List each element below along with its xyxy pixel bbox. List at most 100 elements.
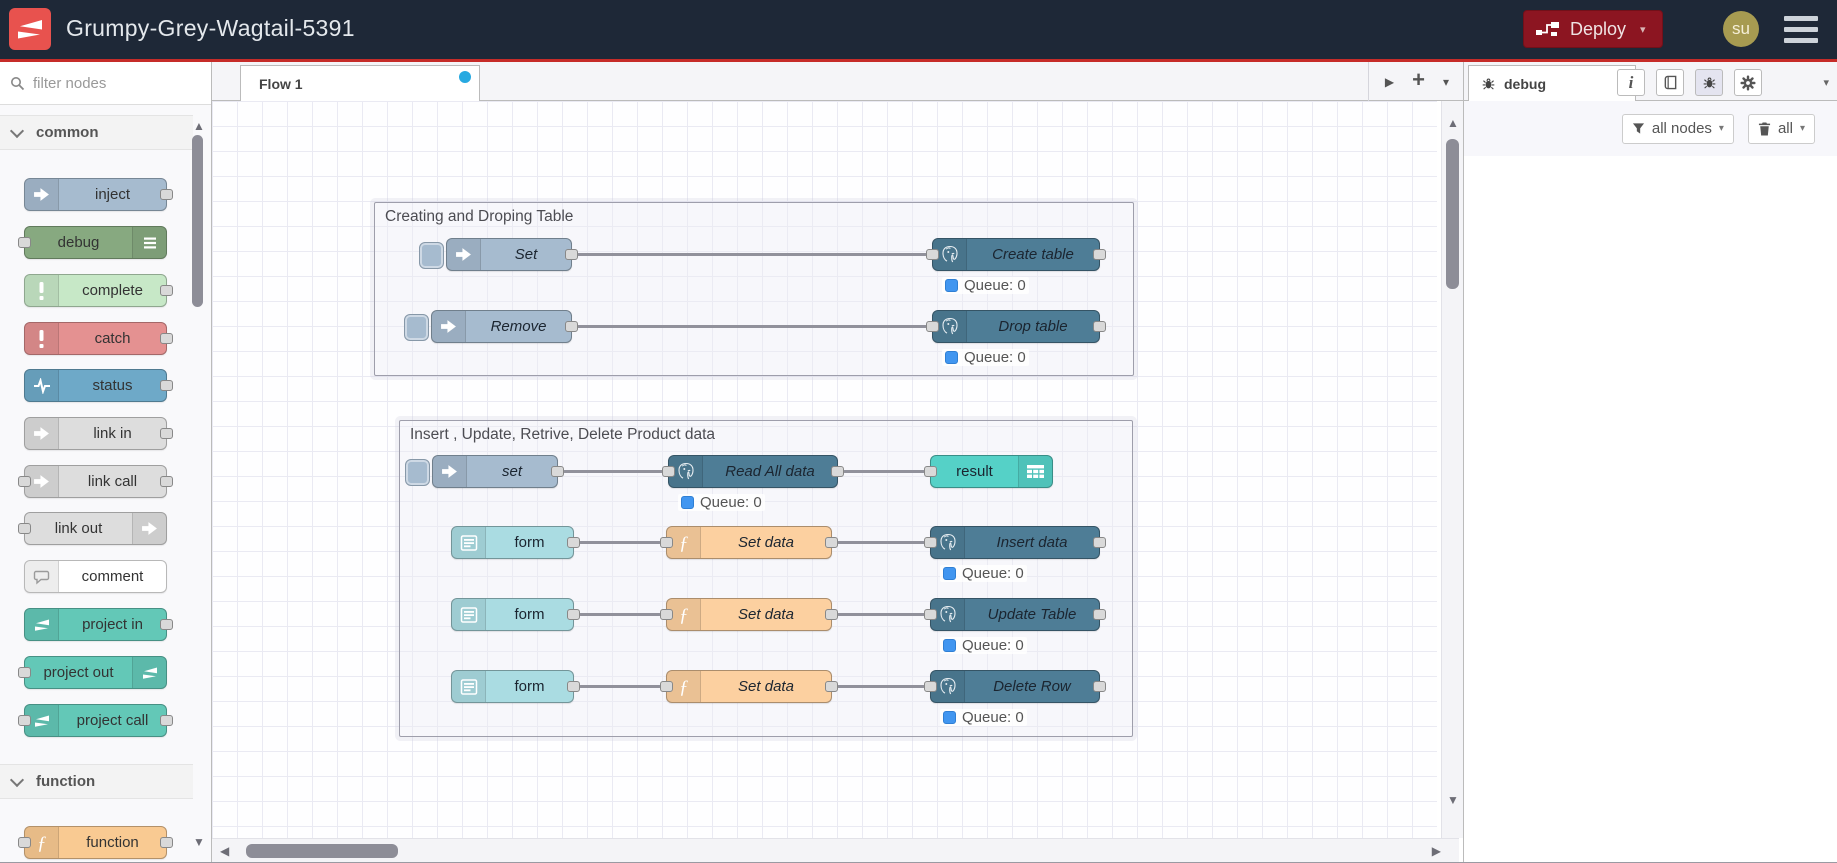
node-port[interactable] (18, 837, 31, 848)
node-port[interactable] (160, 380, 173, 391)
palette-node-function[interactable]: ƒ function (18, 826, 173, 859)
category-header-function[interactable]: function (0, 764, 193, 799)
canvas-scroll-right-icon[interactable]: ▶ (1432, 845, 1441, 857)
tab-menu-caret-icon[interactable]: ▾ (1443, 75, 1449, 89)
flow-node-set-data[interactable]: ƒ Set data (660, 670, 838, 703)
node-port[interactable] (18, 715, 31, 726)
node-port[interactable] (1093, 537, 1106, 548)
flow-node-create-table[interactable]: Create table (926, 238, 1106, 271)
node-port[interactable] (160, 619, 173, 630)
flow-node-read-all-data[interactable]: Read All data (662, 455, 844, 488)
node-port[interactable] (567, 609, 580, 620)
node-port[interactable] (926, 249, 939, 260)
node-port[interactable] (1093, 249, 1106, 260)
inject-button[interactable] (404, 314, 429, 341)
node-port[interactable] (924, 681, 937, 692)
flow-node-form[interactable]: form (451, 526, 580, 559)
node-port[interactable] (660, 609, 673, 620)
wire[interactable] (579, 685, 661, 688)
node-port[interactable] (160, 285, 173, 296)
node-port[interactable] (160, 189, 173, 200)
inject-button[interactable] (419, 242, 444, 269)
palette-node-link-out[interactable]: link out (18, 512, 167, 545)
node-port[interactable] (551, 466, 564, 477)
category-header-common[interactable]: common (0, 115, 193, 150)
tab-list-expand-icon[interactable]: ▶ (1385, 75, 1394, 89)
canvas-horizontal-scrollbar[interactable]: ◀ ▶ (212, 838, 1459, 862)
deploy-caret-icon[interactable]: ▾ (1640, 23, 1646, 36)
info-button[interactable]: i (1617, 69, 1645, 96)
node-port[interactable] (567, 681, 580, 692)
node-port[interactable] (160, 715, 173, 726)
palette-node-debug[interactable]: debug (18, 226, 167, 259)
palette-node-catch[interactable]: catch (24, 322, 173, 355)
node-port[interactable] (565, 249, 578, 260)
flow-node-update-table[interactable]: Update Table (924, 598, 1106, 631)
wire[interactable] (563, 470, 663, 473)
settings-button[interactable] (1734, 69, 1762, 96)
help-button[interactable] (1656, 69, 1684, 96)
wire[interactable] (579, 541, 661, 544)
canvas-hscroll-thumb[interactable] (246, 844, 398, 858)
node-port[interactable] (1093, 321, 1106, 332)
wire[interactable] (579, 613, 661, 616)
flow-canvas[interactable]: Creating and Droping Table Insert , Updat… (212, 101, 1437, 838)
add-flow-button[interactable]: + (1412, 67, 1425, 93)
tab-debug[interactable]: debug (1468, 65, 1636, 101)
node-port[interactable] (18, 667, 31, 678)
deploy-button[interactable]: Deploy ▾ (1523, 10, 1663, 48)
palette-node-link-call[interactable]: link call (18, 465, 173, 498)
delete-all-button[interactable]: all ▾ (1747, 113, 1815, 144)
flow-node-delete-row[interactable]: Delete Row (924, 670, 1106, 703)
palette-node-complete[interactable]: complete (24, 274, 173, 307)
wire[interactable] (577, 253, 927, 256)
wire[interactable] (843, 470, 925, 473)
node-port[interactable] (1093, 609, 1106, 620)
main-menu-icon[interactable] (1784, 16, 1818, 43)
palette-node-comment[interactable]: comment (24, 560, 167, 593)
node-port[interactable] (924, 609, 937, 620)
palette-scrollbar-thumb[interactable] (192, 135, 203, 307)
palette-node-project-in[interactable]: project in (24, 608, 173, 641)
node-port[interactable] (924, 466, 937, 477)
node-port[interactable] (160, 333, 173, 344)
palette-node-status[interactable]: status (24, 369, 173, 402)
palette-scroll-up-icon[interactable]: ▲ (193, 120, 205, 132)
palette-node-inject[interactable]: inject (24, 178, 173, 211)
flow-node-drop-table[interactable]: Drop table (926, 310, 1106, 343)
node-port[interactable] (924, 537, 937, 548)
flow-tab[interactable]: Flow 1 (240, 65, 480, 101)
wire[interactable] (837, 613, 925, 616)
palette-scroll-down-icon[interactable]: ▼ (193, 836, 205, 848)
node-port[interactable] (825, 537, 838, 548)
flow-node-form[interactable]: form (451, 598, 580, 631)
canvas-vertical-scrollbar[interactable]: ▲ ▼ (1441, 101, 1463, 838)
wire[interactable] (577, 325, 927, 328)
wire[interactable] (837, 541, 925, 544)
palette-node-project-out[interactable]: project out (18, 656, 167, 689)
node-port[interactable] (831, 466, 844, 477)
canvas-scroll-left-icon[interactable]: ◀ (220, 845, 229, 857)
flow-node-result[interactable]: result (924, 455, 1053, 488)
node-port[interactable] (926, 321, 939, 332)
node-port[interactable] (825, 681, 838, 692)
filter-nodes-button[interactable]: all nodes ▾ (1621, 113, 1734, 144)
node-port[interactable] (18, 476, 31, 487)
inject-button[interactable] (405, 459, 430, 486)
node-port[interactable] (567, 537, 580, 548)
node-port[interactable] (662, 466, 675, 477)
palette-node-link-in[interactable]: link in (24, 417, 173, 450)
palette-node-project-call[interactable]: project call (18, 704, 173, 737)
flow-node-set-data[interactable]: ƒ Set data (660, 598, 838, 631)
node-port[interactable] (160, 428, 173, 439)
canvas-scroll-down-icon[interactable]: ▼ (1447, 794, 1459, 806)
debug-messages-button[interactable] (1695, 69, 1723, 96)
flow-node-set[interactable]: set (405, 455, 564, 488)
node-port[interactable] (565, 321, 578, 332)
flow-node-insert-data[interactable]: Insert data (924, 526, 1106, 559)
flow-node-form[interactable]: form (451, 670, 580, 703)
debug-messages-panel[interactable] (1464, 156, 1837, 862)
node-port[interactable] (18, 237, 31, 248)
node-port[interactable] (660, 537, 673, 548)
node-port[interactable] (1093, 681, 1106, 692)
